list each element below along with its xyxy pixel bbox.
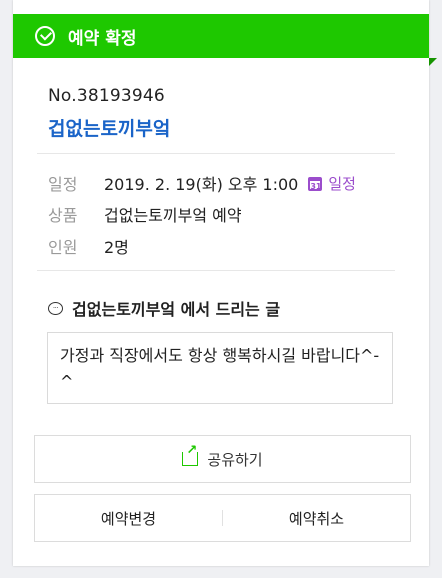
booking-number: No.38193946 <box>48 86 165 106</box>
change-reservation-button[interactable]: 예약변경 <box>35 495 222 541</box>
cancel-reservation-button[interactable]: 예약취소 <box>223 495 410 541</box>
status-label: 예약 확정 <box>68 28 137 49</box>
people-row: 인원 2명 <box>48 234 129 258</box>
message-title: 겁없는토끼부엌 에서 드리는 글 <box>72 300 281 319</box>
business-name-link[interactable]: 겁없는토끼부엌 <box>48 114 170 141</box>
message-body: 가정과 직장에서도 항상 행복하시길 바랍니다^-^ <box>47 332 393 404</box>
add-to-calendar-link[interactable]: 일정 <box>328 173 356 194</box>
product-row: 상품 겁없는토끼부엌 예약 <box>48 202 242 226</box>
check-circle-icon <box>35 26 55 46</box>
calendar-icon[interactable]: 31 <box>308 177 323 191</box>
divider <box>37 270 395 271</box>
reservation-actions: 예약변경 예약취소 <box>34 494 411 542</box>
product-value: 겁없는토끼부엌 예약 <box>104 206 242 225</box>
date-value: 2019. 2. 19(화) 오후 1:00 <box>104 175 299 194</box>
product-label: 상품 <box>48 206 78 225</box>
speech-bubble-icon <box>48 301 63 315</box>
share-icon <box>182 443 199 466</box>
date-row: 일정 2019. 2. 19(화) 오후 1:00 31 일정 <box>48 171 356 195</box>
people-label: 인원 <box>48 238 78 257</box>
divider <box>37 153 395 154</box>
share-button-label: 공유하기 <box>207 450 263 469</box>
date-label: 일정 <box>48 175 78 194</box>
status-banner: 예약 확정 <box>13 14 437 66</box>
people-value: 2명 <box>104 238 129 257</box>
message-header: 겁없는토끼부엌 에서 드리는 글 <box>48 296 280 320</box>
share-button[interactable]: 공유하기 <box>34 435 411 483</box>
